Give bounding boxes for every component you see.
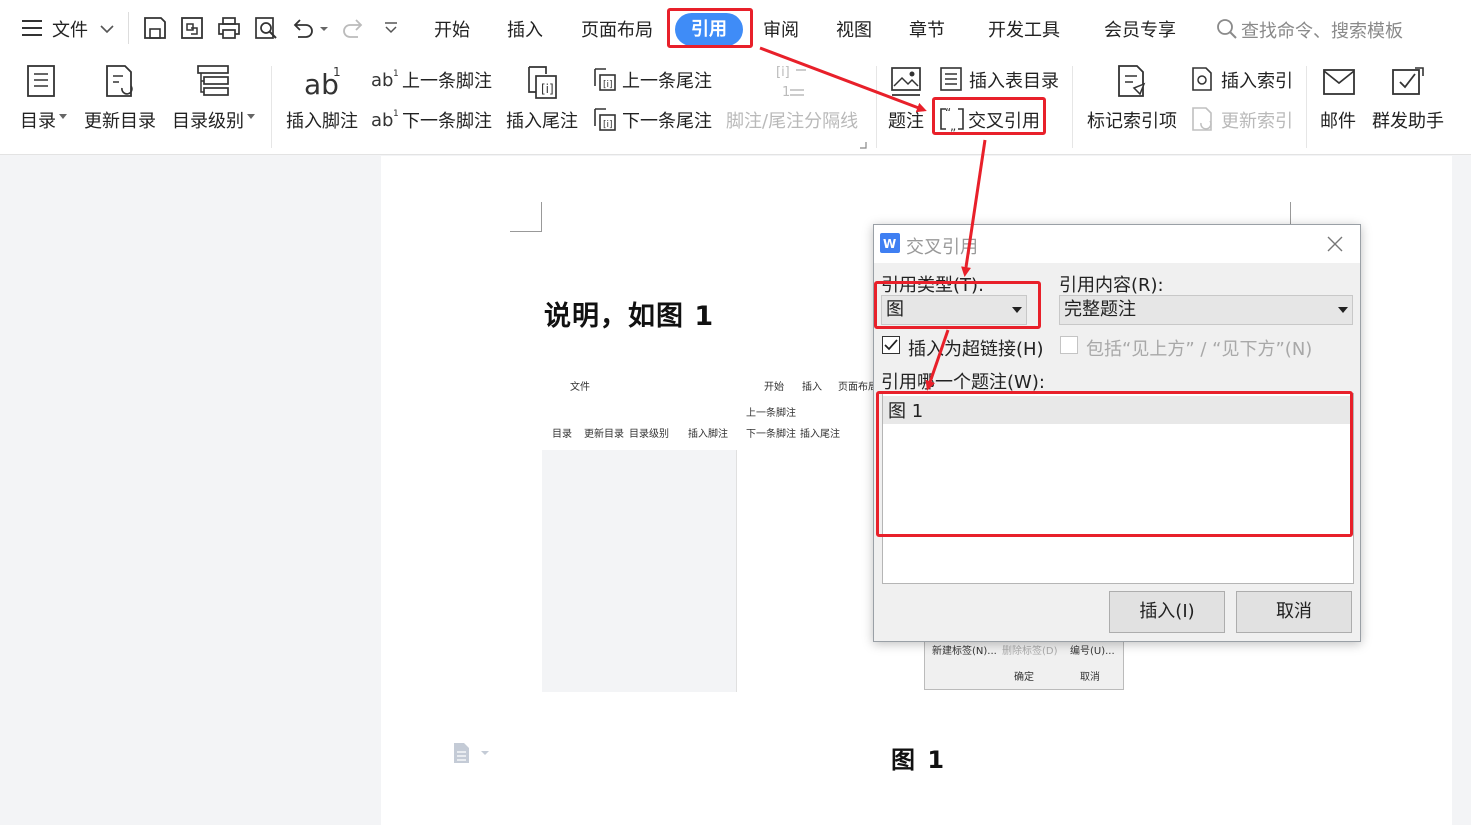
arrow-to-cross-reference (759, 46, 927, 113)
arrow-to-caption-list (925, 329, 950, 391)
arrow-to-ref-type (961, 139, 987, 277)
annotation-arrows (759, 46, 987, 391)
